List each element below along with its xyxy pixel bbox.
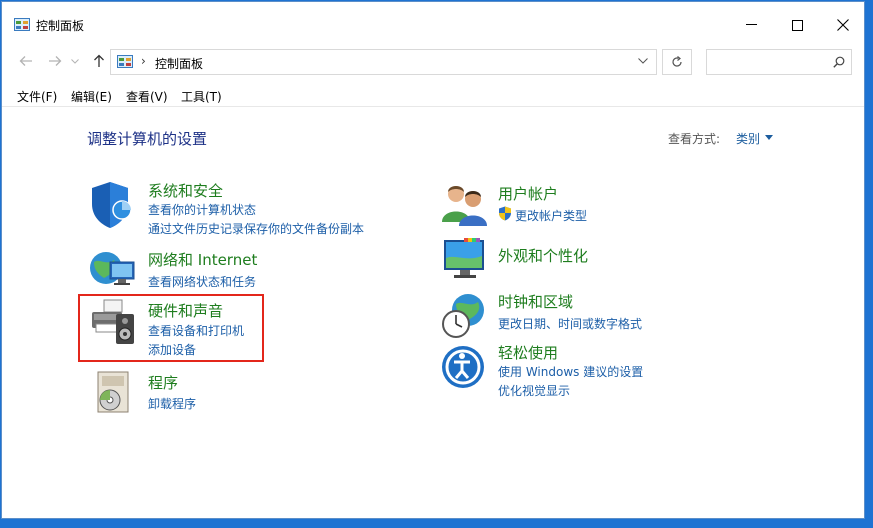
- link-change-account-type[interactable]: 更改帐户类型: [515, 207, 587, 224]
- maximize-button[interactable]: [774, 10, 820, 40]
- category-appearance-personalization[interactable]: 外观和个性化: [498, 245, 588, 266]
- maximize-icon: [791, 19, 803, 31]
- content-area: 调整计算机的设置 查看方式: 类别 系统和安全 查看你的计算机状态 通过文件历史…: [2, 106, 864, 520]
- chevron-down-icon[interactable]: [638, 58, 648, 64]
- network-globe-icon[interactable]: [88, 244, 138, 294]
- category-clock-region[interactable]: 时钟和区域: [498, 291, 573, 312]
- search-icon[interactable]: [833, 56, 845, 68]
- control-panel-icon: [117, 55, 133, 68]
- chevron-down-icon: [71, 58, 79, 64]
- link-check-computer-status[interactable]: 查看你的计算机状态: [148, 201, 256, 218]
- refresh-button[interactable]: [662, 49, 692, 75]
- control-panel-icon: [14, 18, 30, 31]
- security-shield-icon[interactable]: [88, 180, 138, 230]
- category-user-accounts[interactable]: 用户帐户: [498, 183, 558, 204]
- breadcrumb-control-panel[interactable]: 控制面板: [155, 55, 203, 72]
- title-bar[interactable]: 控制面板: [2, 2, 864, 44]
- minimize-button[interactable]: [728, 10, 774, 40]
- menu-tools[interactable]: 工具(T): [181, 88, 222, 105]
- arrow-right-icon: [49, 56, 62, 66]
- page-heading: 调整计算机的设置: [87, 130, 208, 148]
- menu-edit[interactable]: 编辑(E): [71, 88, 112, 105]
- up-button[interactable]: [90, 52, 108, 70]
- search-input[interactable]: [711, 53, 825, 73]
- appearance-monitor-icon[interactable]: [440, 234, 490, 284]
- ease-of-access-icon[interactable]: [440, 342, 490, 392]
- category-system-security[interactable]: 系统和安全: [148, 180, 223, 201]
- dropdown-arrow-icon[interactable]: [765, 135, 773, 140]
- category-network-internet[interactable]: 网络和 Internet: [148, 249, 257, 270]
- link-uninstall-program[interactable]: 卸载程序: [148, 395, 196, 412]
- window-title: 控制面板: [36, 19, 85, 33]
- navigation-bar: › 控制面板: [2, 44, 864, 78]
- view-by-dropdown[interactable]: 类别: [736, 130, 760, 147]
- forward-button[interactable]: [46, 52, 64, 70]
- minimize-icon: [745, 24, 757, 25]
- refresh-icon: [672, 56, 682, 67]
- link-network-status[interactable]: 查看网络状态和任务: [148, 273, 256, 290]
- close-button[interactable]: [820, 10, 866, 40]
- link-recommended-settings[interactable]: 使用 Windows 建议的设置: [498, 363, 643, 380]
- search-box[interactable]: [706, 49, 852, 75]
- recent-locations-button[interactable]: [70, 52, 80, 70]
- programs-icon[interactable]: [88, 368, 138, 418]
- link-change-date-time-format[interactable]: 更改日期、时间或数字格式: [498, 315, 642, 332]
- uac-shield-icon: [499, 206, 511, 221]
- arrow-up-icon: [94, 54, 104, 67]
- address-bar[interactable]: › 控制面板: [110, 49, 657, 75]
- arrow-left-icon: [19, 56, 32, 66]
- menu-file[interactable]: 文件(F): [17, 88, 57, 105]
- back-button[interactable]: [17, 52, 35, 70]
- close-icon: [837, 19, 849, 31]
- category-ease-of-access[interactable]: 轻松使用: [498, 342, 558, 363]
- clock-globe-icon[interactable]: [440, 290, 490, 340]
- link-optimize-visual-display[interactable]: 优化视觉显示: [498, 382, 570, 399]
- highlight-box: [78, 294, 264, 362]
- link-file-history[interactable]: 通过文件历史记录保存你的文件备份副本: [148, 220, 364, 237]
- view-by-label: 查看方式:: [668, 132, 721, 146]
- menu-view[interactable]: 查看(V): [126, 88, 168, 105]
- control-panel-window: 控制面板 › 控制面板 文件(F) 编辑(E) 查看(V) 工具(T) 调整计算…: [1, 1, 865, 519]
- menu-bar: 文件(F) 编辑(E) 查看(V) 工具(T): [2, 84, 864, 107]
- user-accounts-icon[interactable]: [440, 180, 490, 230]
- category-programs[interactable]: 程序: [148, 372, 178, 393]
- breadcrumb-separator[interactable]: ›: [141, 54, 146, 68]
